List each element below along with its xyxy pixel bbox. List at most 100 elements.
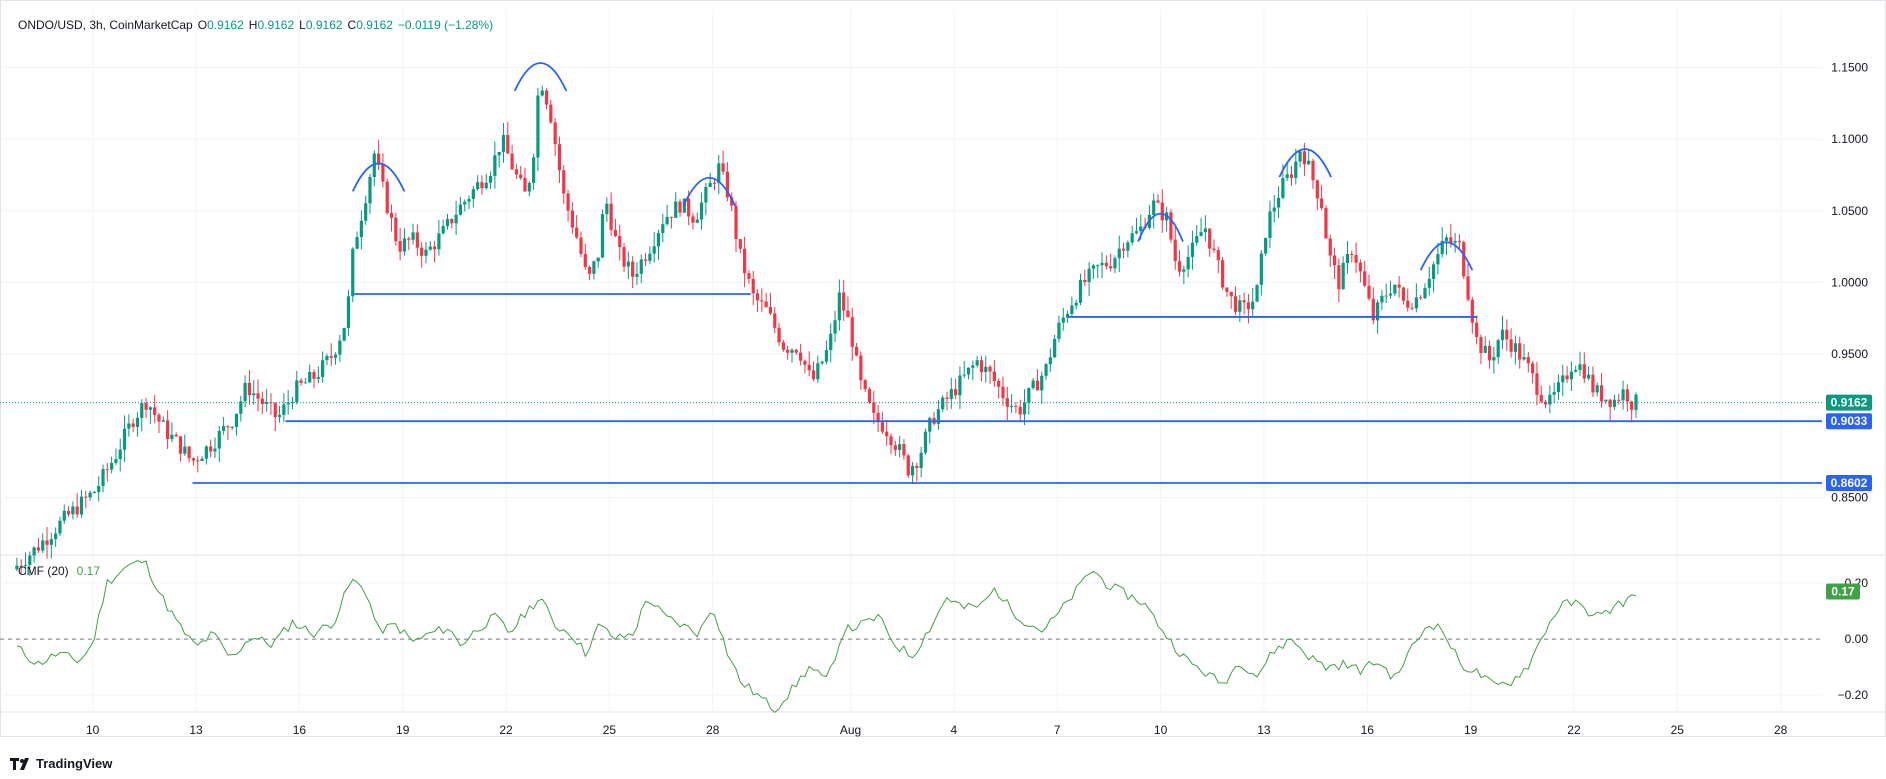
candle-body (781, 342, 785, 350)
candle-body (1444, 237, 1449, 241)
candle-body (1393, 284, 1397, 294)
candle-body (161, 420, 165, 422)
candle-body (721, 163, 725, 172)
candle-body (1608, 399, 1612, 407)
candle-body (928, 417, 932, 432)
candle-body (962, 374, 966, 376)
candle-body (949, 389, 953, 399)
candle-body (1281, 178, 1285, 198)
candle-body (1531, 363, 1535, 374)
candle-body (1337, 265, 1341, 290)
candle-body (915, 465, 919, 468)
candle-body (88, 492, 92, 498)
candle-body (1358, 262, 1362, 272)
candle-body (708, 182, 712, 187)
candle-body (506, 135, 510, 154)
candle-body (221, 426, 226, 431)
candle-body (1091, 265, 1096, 269)
candle-body (945, 397, 949, 399)
candle-body (656, 233, 661, 247)
price-tick-label: 1.1000 (1831, 132, 1868, 146)
open-value: 0.9162 (207, 18, 244, 32)
candle-body (1315, 180, 1319, 199)
candle-body (1061, 317, 1065, 323)
candle-body (92, 492, 96, 494)
candle-body (484, 182, 488, 189)
candle-body (424, 249, 428, 256)
candle-body (321, 360, 325, 378)
candle-body (648, 253, 652, 261)
candle-body (1406, 300, 1410, 308)
candle-body (609, 203, 613, 230)
candle-body (549, 104, 553, 123)
candle-body (958, 375, 962, 396)
candle-body (174, 434, 178, 437)
candle-body (997, 381, 1001, 387)
candle-body (191, 458, 196, 461)
candle-body (652, 246, 656, 254)
candle-body (1121, 248, 1126, 251)
candle-body (445, 218, 450, 227)
candle-body (639, 259, 643, 274)
candle-body (1561, 375, 1565, 383)
time-tick-label: 10 (1154, 723, 1168, 737)
candle-body (277, 414, 282, 418)
candle-body (1599, 385, 1604, 402)
candle-body (1539, 394, 1543, 402)
candle-body (394, 217, 398, 242)
cmf-tick-label: −0.20 (1838, 688, 1869, 702)
candle-body (1363, 271, 1367, 286)
candle-body (992, 371, 996, 382)
candle-body (1104, 262, 1108, 267)
candle-body (454, 214, 458, 224)
candle-body (458, 204, 463, 215)
candle-body (170, 434, 174, 440)
indicator-value: 0.17 (76, 564, 101, 578)
candle-body (837, 292, 841, 321)
candle-body (243, 382, 247, 402)
candle-body (1302, 151, 1307, 165)
candle-body (1475, 322, 1479, 338)
candle-body (75, 506, 79, 515)
candle-body (824, 350, 829, 362)
tradingview-logo[interactable]: TradingView (10, 756, 112, 771)
candle-body (669, 216, 674, 218)
candle-body (1591, 374, 1595, 393)
candle-body (1242, 300, 1246, 303)
high-value: 0.9162 (257, 18, 295, 32)
candle-body (678, 201, 682, 213)
candle-body (118, 449, 122, 460)
candle-body (1492, 357, 1496, 361)
candle-body (1014, 406, 1018, 408)
candle-body (428, 246, 432, 250)
candle-body (351, 248, 355, 297)
symbol-legend: ONDO/USD, 3h, CoinMarketCap O0.9162 H0.9… (18, 18, 493, 32)
candle-body (437, 233, 441, 250)
candle-body (1582, 364, 1586, 379)
candle-body (510, 153, 514, 170)
candle-body (523, 177, 527, 192)
candle-body (613, 229, 618, 237)
candle-body (45, 540, 49, 545)
time-tick-label: 13 (1257, 723, 1271, 737)
candle-body (893, 445, 897, 450)
candle-body (734, 205, 738, 240)
candle-body (1466, 276, 1470, 300)
time-tick-label: 22 (1567, 723, 1581, 737)
candle-body (1625, 389, 1629, 402)
candle-body (1423, 287, 1427, 299)
candle-body (204, 446, 208, 459)
cmf-value-tag-text: 0.17 (1831, 584, 1855, 598)
candle-body (488, 175, 493, 183)
candle-body (101, 469, 105, 486)
candle-body (1048, 357, 1052, 365)
time-tick-label: 4 (951, 723, 958, 737)
candle-body (1272, 207, 1276, 212)
candle-body (1276, 197, 1281, 208)
candle-body (777, 327, 781, 343)
candle-body (1169, 212, 1173, 240)
candle-body (1320, 198, 1324, 209)
candle-body (1505, 329, 1509, 340)
candle-body (1487, 345, 1492, 361)
candle-body (480, 182, 484, 189)
